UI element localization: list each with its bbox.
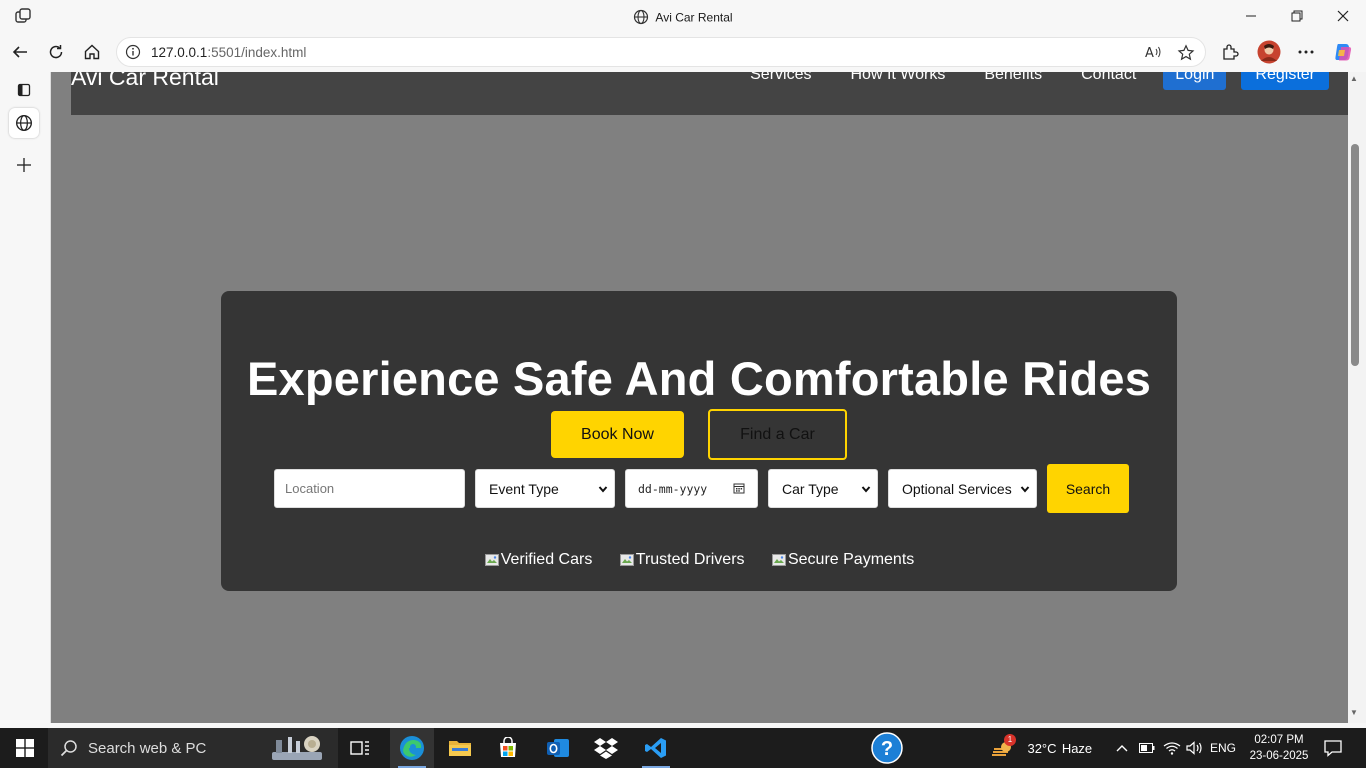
calendar-icon[interactable] (733, 482, 745, 497)
windows-taskbar: Search web & PC ? 1 32°C Haze ENG 02:07 … (0, 728, 1366, 768)
dropbox-taskbar-icon[interactable] (584, 728, 628, 768)
window-title: Avi Car Rental (0, 9, 1366, 28)
outlook-taskbar-icon[interactable] (536, 728, 580, 768)
badge-secure-payments: Secure Payments (771, 551, 914, 569)
search-button[interactable]: Search (1047, 464, 1129, 513)
notifications-icon[interactable] (1320, 728, 1346, 768)
vscode-taskbar-icon[interactable] (634, 728, 678, 768)
new-tab-plus-icon[interactable] (9, 150, 39, 180)
hero-heading: Experience Safe And Comfortable Rides (246, 352, 1152, 405)
event-type-select[interactable]: Event Type (475, 469, 615, 508)
globe-tab-icon[interactable] (9, 108, 39, 138)
volume-icon[interactable] (1184, 728, 1206, 768)
address-bar[interactable]: 127.0.0.1:5501/index.html A (116, 37, 1206, 67)
taskbar-search-box[interactable]: Search web & PC (48, 728, 338, 768)
battery-icon[interactable] (1136, 728, 1158, 768)
taskbar-clock[interactable]: 02:07 PM 23-06-2025 (1240, 732, 1318, 764)
page-scrollbar[interactable]: ▲ ▼ (1348, 72, 1366, 723)
help-icon[interactable]: ? (868, 728, 906, 768)
search-icon (60, 739, 78, 762)
window-title-text: Avi Car Rental (655, 10, 733, 25)
optional-services-value: Optional Services (902, 480, 1012, 497)
edge-taskbar-icon[interactable] (390, 728, 434, 768)
tab-actions-icon[interactable] (9, 75, 39, 105)
wifi-icon[interactable] (1160, 728, 1184, 768)
refresh-button[interactable] (44, 40, 68, 64)
chevron-down-icon (598, 482, 608, 499)
restore-button[interactable] (1274, 0, 1320, 32)
trust-badges: Verified Cars Trusted Drivers Secure Pay… (221, 551, 1177, 573)
browser-sidebar (0, 72, 48, 728)
scroll-down-arrow-icon[interactable]: ▼ (1350, 708, 1358, 717)
back-button[interactable] (8, 40, 32, 64)
start-button[interactable] (8, 728, 42, 768)
weather-icon[interactable]: 1 (988, 728, 1018, 768)
clock-time: 02:07 PM (1254, 734, 1304, 746)
register-button[interactable]: Register (1241, 72, 1329, 90)
scroll-up-arrow-icon[interactable]: ▲ (1350, 74, 1358, 83)
read-aloud-icon[interactable]: A (1145, 44, 1163, 65)
weather-notification-badge: 1 (1004, 734, 1016, 746)
chevron-down-icon (861, 482, 871, 499)
broken-image-icon (619, 552, 635, 568)
nav-contact[interactable]: Contact (1081, 72, 1136, 84)
find-a-car-button[interactable]: Find a Car (708, 409, 847, 460)
date-input[interactable]: dd-mm-yyyy (625, 469, 758, 508)
site-header: Avi Car Rental Services How It Works Ben… (71, 72, 1348, 115)
nav-benefits[interactable]: Benefits (984, 72, 1042, 84)
task-view-icon[interactable] (344, 728, 376, 768)
site-nav: Services How It Works Benefits Contact L… (750, 72, 1348, 90)
page-viewport: Avi Car Rental Services How It Works Ben… (50, 72, 1348, 723)
weather-condition[interactable]: Haze (1060, 728, 1094, 768)
search-highlight-icon (266, 732, 328, 768)
site-info-icon[interactable] (125, 44, 141, 65)
store-taskbar-icon[interactable] (486, 728, 530, 768)
url-text[interactable]: 127.0.0.1:5501/index.html (151, 45, 306, 60)
nav-how-it-works[interactable]: How It Works (850, 72, 945, 84)
optional-services-select[interactable]: Optional Services (888, 469, 1037, 508)
minimize-button[interactable] (1228, 0, 1274, 32)
favorite-star-icon[interactable] (1177, 44, 1195, 67)
weather-temperature[interactable]: 32°C (1022, 728, 1062, 768)
hero-panel: Experience Safe And Comfortable Rides Bo… (221, 291, 1177, 591)
badge-trusted-drivers: Trusted Drivers (619, 551, 745, 569)
car-type-select[interactable]: Car Type (768, 469, 878, 508)
file-explorer-taskbar-icon[interactable] (438, 728, 482, 768)
copilot-icon[interactable] (1331, 40, 1355, 64)
badge-verified-cars: Verified Cars (484, 551, 592, 569)
car-type-value: Car Type (782, 480, 839, 497)
scrollbar-thumb[interactable] (1351, 144, 1359, 366)
taskbar-search-text: Search web & PC (88, 740, 207, 757)
book-now-button[interactable]: Book Now (551, 411, 684, 458)
broken-image-icon (484, 552, 500, 568)
nav-services[interactable]: Services (750, 72, 811, 84)
search-form: Location Event Type dd-mm-yyyy Car Type … (221, 469, 1177, 508)
close-window-button[interactable] (1320, 0, 1366, 32)
language-indicator[interactable]: ENG (1206, 728, 1240, 768)
broken-image-icon (771, 552, 787, 568)
show-hidden-icons-chevron-icon[interactable] (1112, 728, 1132, 768)
clock-date: 23-06-2025 (1249, 750, 1309, 762)
browser-toolbar: 127.0.0.1:5501/index.html A (0, 32, 1366, 72)
login-button[interactable]: Login (1163, 72, 1227, 90)
site-brand[interactable]: Avi Car Rental (71, 72, 219, 91)
date-placeholder: dd-mm-yyyy (638, 481, 708, 496)
svg-text:?: ? (881, 738, 893, 760)
browser-title-bar: Avi Car Rental (0, 0, 1366, 32)
svg-text:A: A (1145, 46, 1154, 60)
extensions-icon[interactable] (1218, 40, 1242, 64)
home-button[interactable] (80, 40, 104, 64)
globe-icon (633, 9, 649, 28)
event-type-value: Event Type (489, 480, 559, 497)
location-input[interactable]: Location (274, 469, 465, 508)
chevron-down-icon (1020, 482, 1030, 499)
more-menu-icon[interactable] (1294, 40, 1318, 64)
profile-avatar[interactable] (1257, 40, 1281, 64)
